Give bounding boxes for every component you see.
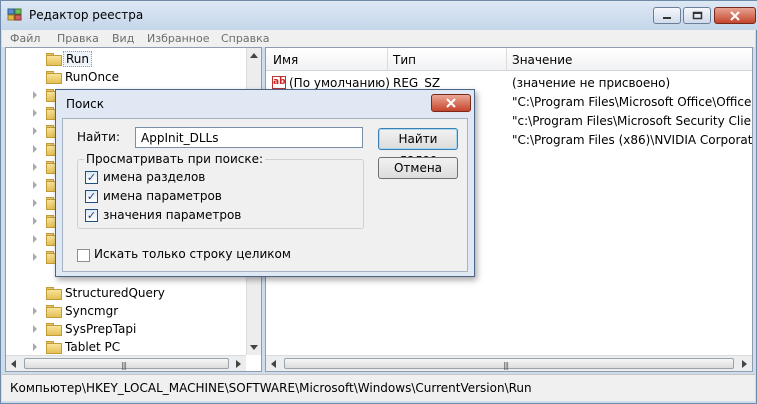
column-type[interactable]: Тип: [393, 53, 416, 67]
expand-arrow-icon[interactable]: [33, 163, 37, 171]
menu-help[interactable]: Справка: [221, 32, 269, 45]
close-icon: [446, 98, 456, 108]
expand-arrow-icon[interactable]: [33, 253, 37, 261]
data-checkbox-label[interactable]: значения параметров: [103, 208, 241, 222]
scroll-left-icon[interactable]: [11, 360, 16, 368]
values-checkbox-label[interactable]: имена параметров: [103, 189, 222, 203]
status-bar: Компьютер\HKEY_LOCAL_MACHINE\SOFTWARE\Mi…: [2, 374, 755, 401]
column-value[interactable]: Значение: [512, 53, 572, 67]
search-scope-group: Просматривать при поиске: ✓ имена раздел…: [77, 152, 364, 229]
dialog-close-button[interactable]: [431, 94, 471, 112]
minimize-button[interactable]: [653, 7, 681, 24]
keys-checkbox-label[interactable]: имена разделов: [103, 170, 205, 184]
tree-item-label: Tablet PC: [65, 340, 121, 354]
find-next-button[interactable]: Найти далее: [378, 128, 458, 166]
column-name[interactable]: Имя: [273, 53, 298, 67]
expand-arrow-icon[interactable]: [33, 343, 37, 351]
value-data: "C:\Program Files (x86)\NVIDIA Corporati…: [512, 133, 753, 147]
expand-arrow-icon[interactable]: [33, 199, 37, 207]
minimize-icon: [663, 16, 671, 19]
tree-item-label: Syncmgr: [65, 304, 119, 318]
data-checkbox[interactable]: ✓: [85, 209, 98, 222]
menu-edit[interactable]: Правка: [57, 32, 99, 45]
menu-favorites[interactable]: Избранное: [147, 32, 209, 45]
tree-item-label: SysPrepTapi: [65, 322, 137, 336]
close-icon: [730, 10, 740, 21]
scroll-thumb[interactable]: |||: [284, 358, 734, 370]
tree-item-sysprepapi[interactable]: SysPrepTapi: [6, 320, 246, 338]
list-horizontal-scrollbar[interactable]: |||: [266, 355, 752, 371]
registry-editor-icon: [7, 8, 22, 21]
expand-arrow-icon[interactable]: [33, 109, 37, 117]
folder-icon: [46, 341, 62, 354]
list-header: Имя Тип Значение: [266, 48, 752, 71]
dialog-body: Найти: Найти далее Отмена Просматривать …: [62, 118, 468, 272]
value-type: REG_SZ: [393, 76, 441, 90]
values-checkbox[interactable]: ✓: [85, 190, 98, 203]
folder-icon: [46, 53, 62, 66]
value-name: (По умолчанию): [289, 76, 390, 90]
scroll-thumb[interactable]: |||: [24, 358, 229, 370]
keys-checkbox[interactable]: ✓: [85, 171, 98, 184]
whole-string-label[interactable]: Искать только строку целиком: [94, 247, 291, 261]
scroll-down-icon[interactable]: [250, 345, 258, 350]
tree-item-runonce[interactable]: RunOnce: [6, 68, 246, 86]
scroll-up-icon[interactable]: [250, 53, 258, 58]
menu-file[interactable]: Файл: [10, 32, 40, 45]
expand-arrow-icon[interactable]: [33, 235, 37, 243]
expand-arrow-icon[interactable]: [33, 217, 37, 225]
expand-arrow-icon[interactable]: [33, 91, 37, 99]
find-label: Найти:: [77, 130, 121, 144]
window-title: Редактор реестра: [29, 8, 144, 22]
value-data: "c:\Program Files\Microsoft Security Cli…: [512, 114, 753, 128]
expand-arrow-icon[interactable]: [33, 145, 37, 153]
menu-bar: Файл Правка Вид Избранное Справка: [2, 30, 755, 47]
whole-string-checkbox[interactable]: [77, 249, 90, 262]
column-divider[interactable]: [387, 48, 388, 70]
title-bar: Редактор реестра: [1, 1, 757, 30]
tree-item-label: StructuredQuery: [65, 286, 165, 300]
scroll-right-icon[interactable]: [742, 360, 747, 368]
menu-view[interactable]: Вид: [112, 32, 134, 45]
expand-arrow-icon[interactable]: [33, 181, 37, 189]
tree-item-label: Run: [63, 51, 93, 67]
folder-icon: [46, 305, 62, 318]
tree-item-tablet-pc[interactable]: Tablet PC: [6, 338, 246, 356]
grip-icon: |||: [121, 361, 127, 370]
tree-horizontal-scrollbar[interactable]: |||: [6, 355, 246, 371]
value-data: "C:\Program Files\Microsoft Office\Offic…: [512, 95, 753, 109]
dialog-title: Поиск: [66, 97, 105, 111]
expand-arrow-icon[interactable]: [33, 325, 37, 333]
folder-icon: [46, 71, 62, 84]
tree-item-run[interactable]: Run: [6, 50, 246, 68]
scroll-left-icon[interactable]: [271, 360, 276, 368]
grip-icon: |||: [503, 361, 509, 370]
expand-arrow-icon[interactable]: [33, 307, 37, 315]
tree-item-structuredquery[interactable]: StructuredQuery: [6, 284, 246, 302]
cancel-button[interactable]: Отмена: [378, 157, 458, 179]
tree-item-label: RunOnce: [65, 70, 120, 84]
column-divider[interactable]: [506, 48, 507, 70]
folder-icon: [46, 287, 62, 300]
tree-item-syncmgr[interactable]: Syncmgr: [6, 302, 246, 320]
maximize-button[interactable]: [683, 7, 711, 24]
registry-path: Компьютер\HKEY_LOCAL_MACHINE\SOFTWARE\Mi…: [10, 381, 532, 395]
find-dialog: Поиск Найти: Найти далее Отмена Просматр…: [55, 89, 475, 277]
expand-arrow-icon[interactable]: [33, 127, 37, 135]
find-input[interactable]: [135, 127, 363, 148]
scroll-right-icon[interactable]: [236, 360, 241, 368]
maximize-icon: [692, 11, 702, 20]
folder-icon: [46, 323, 62, 336]
group-label: Просматривать при поиске:: [84, 152, 266, 166]
string-value-icon: ab: [272, 76, 286, 89]
value-data: (значение не присвоено): [512, 76, 671, 90]
close-button[interactable]: [714, 7, 756, 24]
